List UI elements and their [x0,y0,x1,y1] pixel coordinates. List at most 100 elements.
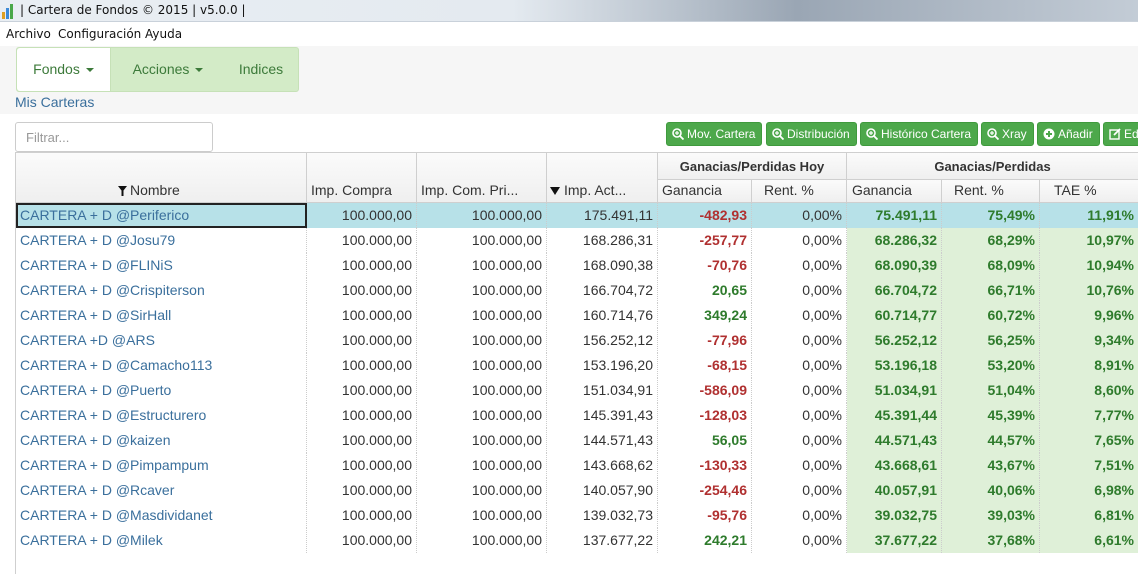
menu-archivo[interactable]: Archivo [6,27,51,41]
tab-acciones[interactable]: Acciones [113,48,223,91]
cell-ganancia-hoy: -128,03 [658,403,752,428]
cell-ganancia-hoy: 56,05 [658,428,752,453]
cell-imp-com-pri: 100.000,00 [417,503,547,528]
table-row[interactable]: CARTERA + D @Camacho113 100.000,00 100.000… [16,353,1138,378]
cell-imp-com-pri: 100.000,00 [417,328,547,353]
cell-nombre[interactable]: CARTERA + D @Pimpampum [16,453,307,478]
cell-nombre[interactable]: CARTERA + D @SirHall [16,303,307,328]
cell-rent-hoy: 0,00% [752,253,847,278]
editar-button[interactable]: Ed [1103,122,1138,146]
cell-ganancia-hoy: -95,76 [658,503,752,528]
menu-ayuda[interactable]: Ayuda [145,27,182,41]
plus-circle-icon [1043,128,1055,140]
menu-configuracion[interactable]: Configuración [58,27,141,41]
table-row[interactable]: CARTERA + D @kaizen 100.000,00 100.000,00 1… [16,428,1138,453]
cell-tae: 6,61% [1040,528,1138,553]
chevron-down-icon [195,68,204,73]
cell-rent-hoy: 0,00% [752,403,847,428]
filter-input[interactable] [15,122,213,152]
cell-ganancia-hoy: -482,93 [658,203,752,228]
table-row[interactable]: CARTERA + D @Rcaver 100.000,00 100.000,00 1… [16,478,1138,503]
header-ganancia-total[interactable]: Ganancia [847,180,942,203]
cell-imp-compra: 100.000,00 [307,203,417,228]
cell-ganancia-total: 40.057,91 [847,478,942,503]
header-imp-compra[interactable]: Imp. Compra [307,153,417,203]
xray-button[interactable]: Xray [981,122,1034,146]
anadir-button[interactable]: Añadir [1037,122,1100,146]
cell-rent-total: 56,25% [942,328,1040,353]
sort-desc-icon [550,187,560,196]
table-row[interactable]: CARTERA + D @Periferico 100.000,00 100.000… [16,203,1138,228]
cell-rent-hoy: 0,00% [752,453,847,478]
header-ganancia-hoy[interactable]: Ganancia [658,180,752,203]
header-rent-total[interactable]: Rent. % [942,180,1040,203]
cell-ganancia-hoy: -77,96 [658,328,752,353]
table-row[interactable]: CARTERA + D @SirHall 100.000,00 100.000,00… [16,303,1138,328]
header-tae-label: TAE % [1054,182,1097,198]
cell-tae: 7,65% [1040,428,1138,453]
cell-ganancia-hoy: -70,76 [658,253,752,278]
cell-nombre[interactable]: CARTERA + D @Estructurero [16,403,307,428]
header-rent-hoy-label: Rent. % [764,182,814,198]
table-row[interactable]: CARTERA + D @Puerto 100.000,00 100.000,00 1… [16,378,1138,403]
table-row[interactable]: CARTERA + D @Masdividanet 100.000,00 100.0… [16,503,1138,528]
table-row[interactable]: CARTERA + D @Milek 100.000,00 100.000,00 13… [16,528,1138,553]
cell-nombre[interactable]: CARTERA + D @Periferico [16,203,307,228]
cell-imp-act: 151.034,91 [547,378,658,403]
cell-ganancia-hoy: -68,15 [658,353,752,378]
tab-fondos[interactable]: Fondos [17,48,111,91]
cell-nombre[interactable]: CARTERA +D @ARS [16,328,307,353]
distribucion-button[interactable]: Distribución [766,122,857,146]
cell-imp-com-pri: 100.000,00 [417,528,547,553]
cell-rent-total: 45,39% [942,403,1040,428]
cell-ganancia-total: 43.668,61 [847,453,942,478]
cell-nombre[interactable]: CARTERA + D @Puerto [16,378,307,403]
zoom-in-icon [987,128,999,140]
cell-rent-total: 51,04% [942,378,1040,403]
table-row[interactable]: CARTERA + D @Estructurero 100.000,00 100.0… [16,403,1138,428]
cell-imp-compra: 100.000,00 [307,228,417,253]
cell-ganancia-total: 37.677,22 [847,528,942,553]
cell-nombre[interactable]: CARTERA + D @Masdividanet [16,503,307,528]
cell-imp-act: 168.286,31 [547,228,658,253]
cell-tae: 7,51% [1040,453,1138,478]
cell-rent-total: 44,57% [942,428,1040,453]
mov-cartera-button[interactable]: Mov. Cartera [666,122,763,146]
anadir-label: Añadir [1058,127,1093,141]
cell-tae: 9,34% [1040,328,1138,353]
header-nombre[interactable]: Nombre [16,153,307,203]
table-row[interactable]: CARTERA + D @FLINiS 100.000,00 100.000,00 1… [16,253,1138,278]
historico-cartera-button[interactable]: Histórico Cartera [860,122,979,146]
table-row[interactable]: CARTERA + D @Pimpampum 100.000,00 100.000,… [16,453,1138,478]
cell-nombre[interactable]: CARTERA + D @kaizen [16,428,307,453]
cell-rent-hoy: 0,00% [752,328,847,353]
header-imp-com-pri[interactable]: Imp. Com. Pri... [417,153,547,203]
table-row[interactable]: CARTERA + D @Josu79 100.000,00 100.000,00 1… [16,228,1138,253]
cell-imp-compra: 100.000,00 [307,453,417,478]
header-rent-hoy[interactable]: Rent. % [752,180,847,203]
cell-nombre[interactable]: CARTERA + D @Milek [16,528,307,553]
table-row[interactable]: CARTERA +D @ARS 100.000,00 100.000,00 156.2… [16,328,1138,353]
zoom-in-icon [672,128,684,140]
cell-imp-com-pri: 100.000,00 [417,303,547,328]
cell-nombre[interactable]: CARTERA + D @Crispiterson [16,278,307,303]
cell-tae: 10,97% [1040,228,1138,253]
tab-fondos-label: Fondos [33,61,80,77]
cell-imp-compra: 100.000,00 [307,303,417,328]
cell-nombre[interactable]: CARTERA + D @FLINiS [16,253,307,278]
cell-imp-act: 153.196,20 [547,353,658,378]
cell-nombre[interactable]: CARTERA + D @Rcaver [16,478,307,503]
cell-nombre[interactable]: CARTERA + D @Josu79 [16,228,307,253]
cell-rent-total: 60,72% [942,303,1040,328]
header-imp-act-label: Imp. Act... [564,182,627,198]
header-imp-act[interactable]: Imp. Act... [547,153,658,203]
cell-rent-total: 43,67% [942,453,1040,478]
header-tae[interactable]: TAE % [1040,180,1138,203]
table-row[interactable]: CARTERA + D @Crispiterson 100.000,00 100.0… [16,278,1138,303]
breadcrumb[interactable]: Mis Carteras [15,94,94,110]
tab-indices[interactable]: Indices [223,48,299,91]
cell-ganancia-total: 60.714,77 [847,303,942,328]
cell-ganancia-total: 51.034,91 [847,378,942,403]
cell-ganancia-total: 68.286,32 [847,228,942,253]
cell-nombre[interactable]: CARTERA + D @Camacho113 [16,353,307,378]
